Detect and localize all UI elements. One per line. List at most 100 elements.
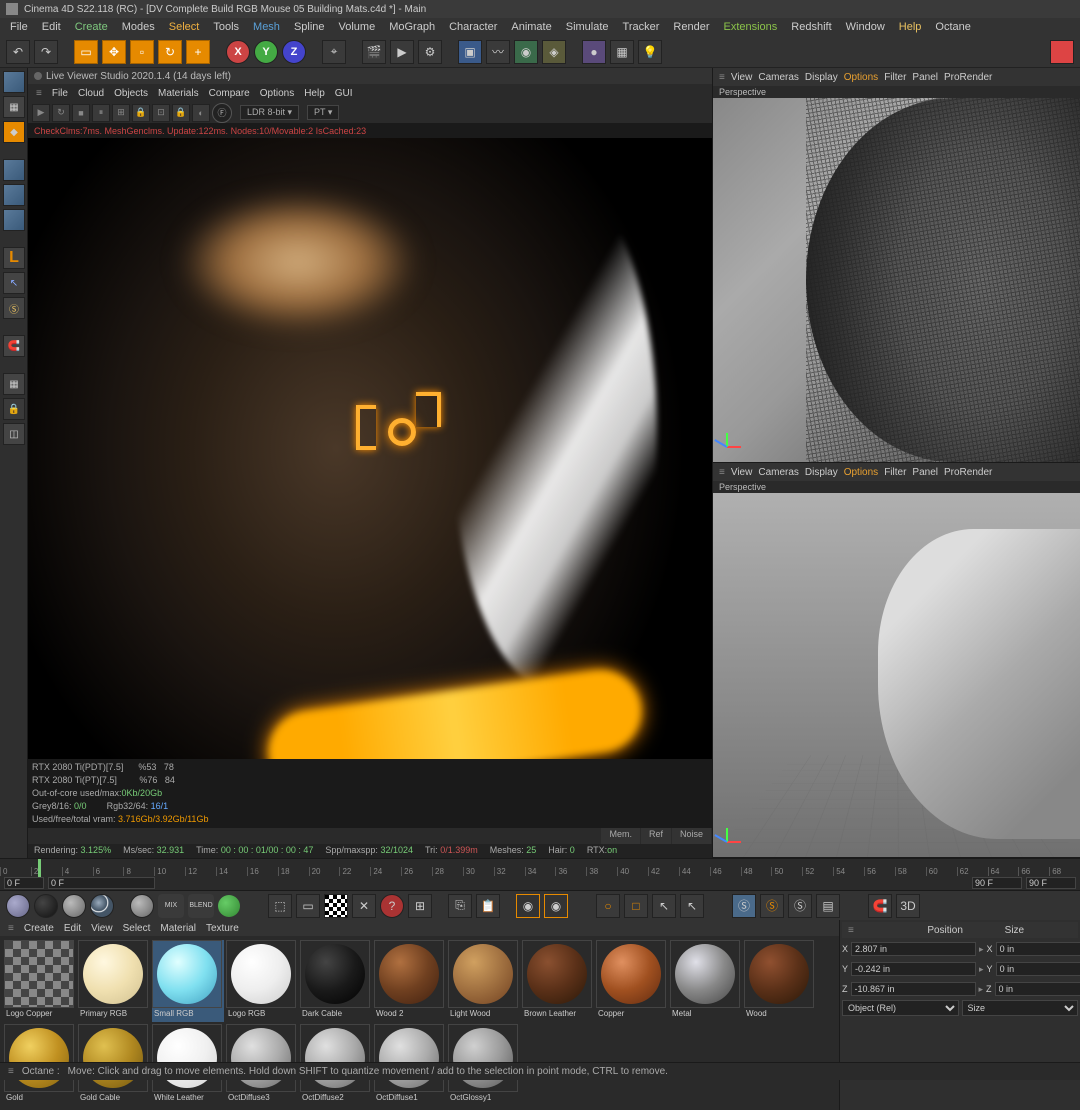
vp-menu-panel[interactable]: Panel [912,72,938,83]
redo-button[interactable]: ↷ [34,40,58,64]
snap-toolbar-button[interactable]: 🧲 [868,894,892,918]
material-brown-leather[interactable]: Brown Leather [522,940,594,1022]
menu-create[interactable]: Create [69,19,114,35]
last-tool[interactable]: + [186,40,210,64]
vp-menu-view[interactable]: View [731,72,753,83]
axis-x-toggle[interactable]: X [226,40,250,64]
vp-menu-cameras[interactable]: Cameras [758,72,799,83]
frame-end-field[interactable] [1026,877,1076,889]
model-mode-button[interactable] [3,71,25,93]
node-btn-3[interactable]: ✕ [352,894,376,918]
render-view-button[interactable]: 🎬 [362,40,386,64]
matpreset-osl[interactable] [218,895,240,917]
matpreset-3[interactable] [62,894,86,918]
solo-s-3[interactable]: Ⓢ [788,894,812,918]
size-z-input[interactable] [995,982,1080,996]
frame-start-field[interactable] [4,877,44,889]
cursor-1[interactable]: ↖ [652,894,676,918]
menu-extensions[interactable]: Extensions [717,19,783,35]
menu-animate[interactable]: Animate [505,19,557,35]
tab-ref[interactable]: Ref [641,828,671,844]
rotate-tool[interactable]: ↻ [158,40,182,64]
menu-select[interactable]: Select [163,19,206,35]
material-metal[interactable]: Metal [670,940,742,1022]
mat-menu-texture[interactable]: Texture [206,923,239,934]
menu-window[interactable]: Window [840,19,891,35]
grid-button[interactable]: ▦ [3,373,25,395]
environment-button[interactable]: ● [582,40,606,64]
solo-s-2[interactable]: Ⓢ [760,894,784,918]
viewer-focus-button[interactable]: Ⓕ [212,103,232,123]
menu-modes[interactable]: Modes [116,19,161,35]
vp-menu-options[interactable]: Options [844,72,878,83]
viewer-play-button[interactable]: ▶ [32,104,50,122]
locked-workplane-button[interactable]: 🔒 [3,398,25,420]
render-viewport[interactable]: RTX 2080 Ti(PDT)[7.5] %53 78 RTX 2080 Ti… [28,138,712,828]
viewer-menu-cloud[interactable]: Cloud [78,88,104,99]
axis-z-toggle[interactable]: Z [282,40,306,64]
shape-square-button[interactable]: □ [624,894,648,918]
size-x-input[interactable] [996,942,1080,956]
help-icon[interactable]: ? [380,894,404,918]
menu-edit[interactable]: Edit [36,19,67,35]
axis-button[interactable]: L [3,247,25,269]
matpreset-4[interactable] [90,894,114,918]
viewer-menu-gui[interactable]: GUI [335,88,353,99]
orange-btn-2[interactable]: ◉ [544,894,568,918]
menu-file[interactable]: File [4,19,34,35]
viewport-solo-button[interactable]: Ⓢ [3,297,25,319]
menu-mograph[interactable]: MoGraph [383,19,441,35]
node-btn-2[interactable]: ▭ [296,894,320,918]
vp2-menu-view[interactable]: View [731,467,753,478]
material-wood[interactable]: Wood [744,940,816,1022]
vp2-menu-panel[interactable]: Panel [912,467,938,478]
material-logo-rgb[interactable]: Logo RGB [226,940,298,1022]
vp-menu-display[interactable]: Display [805,72,838,83]
select-tool[interactable]: ▭ [74,40,98,64]
vp2-menu-filter[interactable]: Filter [884,467,906,478]
viewer-menu-compare[interactable]: Compare [209,88,250,99]
matpreset-5[interactable] [130,894,154,918]
vp-menu-filter[interactable]: Filter [884,72,906,83]
viewer-kernel-dropdown[interactable]: PT ▾ [307,105,339,120]
frame-range-start-field[interactable] [48,877,155,889]
viewport-top-canvas[interactable] [713,98,1080,462]
copy-button[interactable]: ⎘ [448,894,472,918]
viewer-menu-materials[interactable]: Materials [158,88,199,99]
move-tool[interactable]: ✥ [102,40,126,64]
viewer-btn-6[interactable]: 🔒 [132,104,150,122]
menu-mesh[interactable]: Mesh [247,19,286,35]
material-dark-cable[interactable]: Dark Cable [300,940,372,1022]
vp2-menu-display[interactable]: Display [805,467,838,478]
layout-button[interactable] [1050,40,1074,64]
node-checker-button[interactable] [324,894,348,918]
cursor-2[interactable]: ↖ [680,894,704,918]
material-logo-copper[interactable]: Logo Copper [4,940,76,1022]
mat-menu-material[interactable]: Material [160,923,196,934]
viewer-menu-options[interactable]: Options [260,88,294,99]
material-wood-2[interactable]: Wood 2 [374,940,446,1022]
paste-button[interactable]: 📋 [476,894,500,918]
mat-menu-edit[interactable]: Edit [64,923,81,934]
tweak-button[interactable]: ↖ [3,272,25,294]
mat-menu-select[interactable]: Select [123,923,151,934]
menu-volume[interactable]: Volume [333,19,382,35]
grid-view-button[interactable]: ⊞ [408,894,432,918]
matpreset-blend[interactable]: BLEND [188,894,214,918]
spline-button[interactable]: 〰 [486,40,510,64]
size-mode-select[interactable]: Size [962,1000,1079,1016]
viewer-restart-button[interactable]: ↻ [52,104,70,122]
tab-noise[interactable]: Noise [672,828,711,844]
viewer-pause-button[interactable]: ⏸ [92,104,110,122]
scale-tool[interactable]: ▫ [130,40,154,64]
undo-button[interactable]: ↶ [6,40,30,64]
deformer-button[interactable]: ◈ [542,40,566,64]
material-primary-rgb[interactable]: Primary RGB [78,940,150,1022]
viewer-lock-button[interactable]: 🔒 [172,104,190,122]
matpreset-1[interactable] [6,894,30,918]
menu-tools[interactable]: Tools [207,19,245,35]
menu-render[interactable]: Render [667,19,715,35]
vp-menu-prorender[interactable]: ProRender [944,72,992,83]
vp2-menu-cameras[interactable]: Cameras [758,467,799,478]
object-mode-button[interactable] [3,159,25,181]
